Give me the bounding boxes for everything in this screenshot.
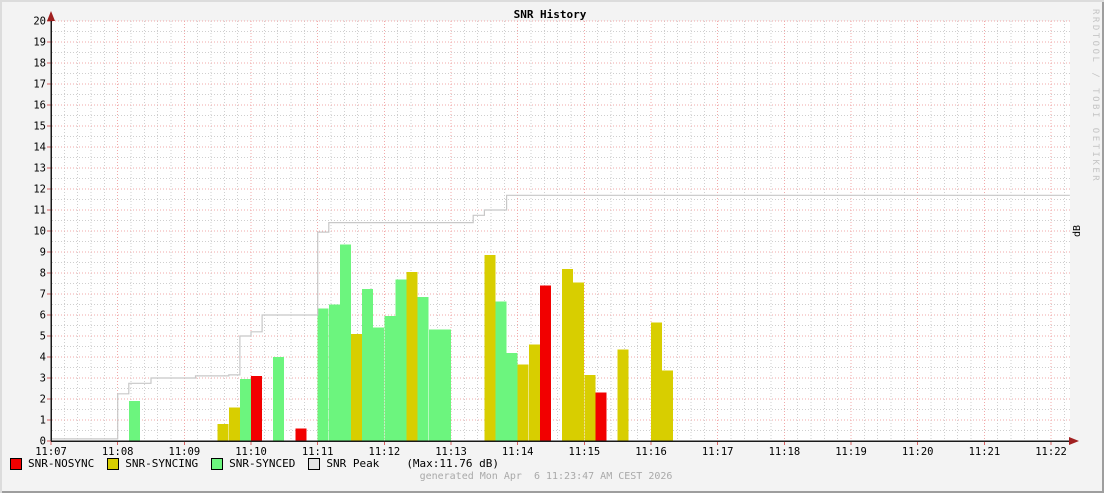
- legend-label-synced: SNR-SYNCED: [229, 457, 295, 470]
- snr-bar-nosync: [596, 393, 607, 441]
- legend-label-nosync: SNR-NOSYNC: [28, 457, 94, 470]
- x-tick-label: 11:22: [1035, 446, 1067, 458]
- snr-bar-syncing: [484, 255, 495, 441]
- snr-bar-synced: [373, 328, 384, 441]
- x-tick-label: 11:15: [569, 446, 601, 458]
- y-tick-label: 20: [33, 16, 46, 28]
- y-tick-label: 18: [33, 58, 46, 70]
- y-tick-label: 1: [40, 415, 46, 427]
- x-tick-label: 11:18: [769, 446, 801, 458]
- snr-history-graph: 11:0711:0811:0911:1011:1111:1211:1311:14…: [0, 0, 1104, 493]
- y-axis-unit-label: dB: [1072, 221, 1092, 241]
- y-tick-label: 19: [33, 37, 46, 49]
- y-tick-label: 5: [40, 331, 46, 343]
- snr-bar-syncing: [662, 371, 673, 441]
- snr-bar-synced: [273, 357, 284, 441]
- y-tick-label: 15: [33, 121, 46, 133]
- y-tick-label: 6: [40, 310, 46, 322]
- snr-bar-syncing: [562, 269, 573, 441]
- snr-bar-syncing: [584, 375, 595, 441]
- x-tick-label: 11:19: [835, 446, 867, 458]
- peak-max-note: (Max:11.76 dB): [406, 457, 499, 470]
- snr-bar-synced: [240, 379, 251, 441]
- snr-bar-synced: [440, 330, 451, 441]
- legend-label-syncing: SNR-SYNCING: [125, 457, 198, 470]
- snr-bar-syncing: [529, 344, 540, 441]
- legend-swatch-syncing: [107, 458, 119, 470]
- snr-bar-nosync: [540, 286, 551, 441]
- page-title: SNR History: [514, 8, 587, 21]
- legend-swatch-nosync: [10, 458, 22, 470]
- y-tick-label: 10: [33, 226, 46, 238]
- y-tick-label: 3: [40, 373, 46, 385]
- legend: SNR-NOSYNCSNR-SYNCINGSNR-SYNCEDSNR Peak …: [10, 457, 499, 470]
- snr-bar-nosync: [251, 376, 262, 441]
- snr-bar-syncing: [518, 364, 529, 441]
- y-tick-label: 12: [33, 184, 46, 196]
- snr-bar-synced: [129, 401, 140, 441]
- legend-swatch-synced: [211, 458, 223, 470]
- x-tick-label: 11:17: [702, 446, 734, 458]
- y-tick-label: 8: [40, 268, 46, 280]
- x-tick-label: 11:16: [635, 446, 667, 458]
- snr-history-chart: 11:0711:0811:0911:1011:1111:1211:1311:14…: [0, 0, 1104, 493]
- y-tick-label: 16: [33, 100, 46, 112]
- snr-bar-syncing: [651, 322, 662, 441]
- snr-bar-nosync: [296, 428, 307, 441]
- snr-bar-synced: [429, 330, 440, 441]
- x-tick-label: 11:21: [969, 446, 1001, 458]
- y-tick-label: 7: [40, 289, 46, 301]
- snr-bar-synced: [384, 316, 395, 441]
- snr-bar-syncing: [229, 407, 240, 441]
- generated-timestamp: generated Mon Apr 6 11:23:47 AM CEST 202…: [420, 471, 673, 482]
- legend-item-synced: SNR-SYNCED: [211, 457, 295, 470]
- y-tick-label: 13: [33, 163, 46, 175]
- snr-bar-synced: [340, 245, 351, 441]
- y-tick-label: 17: [33, 79, 46, 91]
- snr-bar-syncing: [351, 334, 362, 441]
- snr-bar-syncing: [407, 272, 418, 441]
- snr-bar-synced: [496, 301, 507, 441]
- y-axis-arrow-icon: [47, 11, 55, 21]
- snr-bar-synced: [318, 309, 329, 441]
- snr-bar-synced: [396, 279, 407, 441]
- snr-bar-synced: [362, 289, 373, 441]
- y-tick-label: 9: [40, 247, 46, 259]
- y-tick-label: 14: [33, 142, 46, 154]
- y-tick-label: 4: [40, 352, 46, 364]
- legend-label-peak: SNR Peak: [326, 457, 379, 470]
- x-tick-label: 11:14: [502, 446, 534, 458]
- legend-swatch-peak: [308, 458, 320, 470]
- x-axis-arrow-icon: [1069, 437, 1079, 445]
- y-tick-label: 2: [40, 394, 46, 406]
- snr-bar-syncing: [618, 350, 629, 441]
- legend-item-nosync: SNR-NOSYNC: [10, 457, 94, 470]
- y-tick-label: 0: [40, 436, 46, 448]
- snr-bar-syncing: [573, 283, 584, 442]
- legend-item-peak: SNR Peak: [308, 457, 379, 470]
- snr-bar-synced: [329, 305, 340, 442]
- y-tick-label: 11: [33, 205, 46, 217]
- legend-item-syncing: SNR-SYNCING: [107, 457, 198, 470]
- snr-bar-syncing: [218, 424, 229, 441]
- snr-bar-synced: [507, 353, 518, 441]
- snr-bar-synced: [418, 297, 429, 441]
- x-tick-label: 11:20: [902, 446, 934, 458]
